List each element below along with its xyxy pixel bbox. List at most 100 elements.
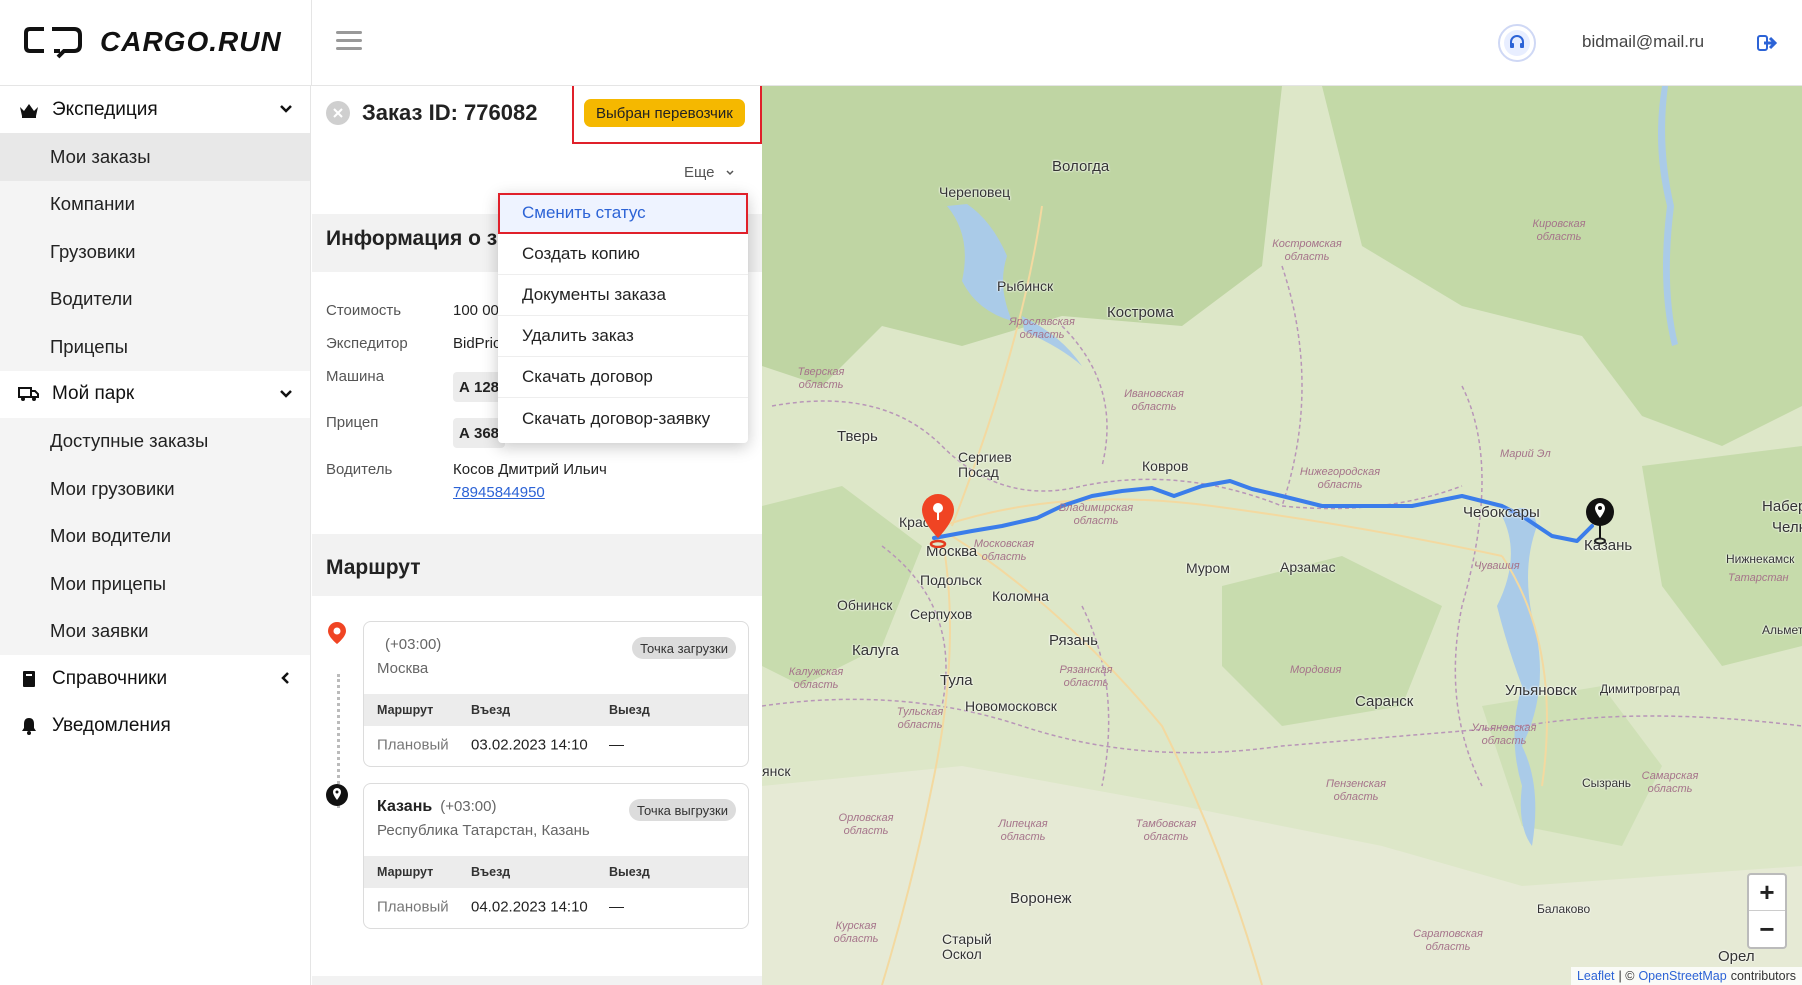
top-bar: CARGO.RUN bidmail@mail.ru: [0, 0, 1802, 86]
map-city-label: Тула: [940, 672, 973, 689]
trailer-label: Прицеп: [326, 414, 379, 431]
stop-region: Москва: [377, 660, 429, 677]
sidebar-group-label: Экспедиция: [52, 98, 158, 120]
bell-icon: [18, 715, 40, 737]
driver-phone-link[interactable]: 78945844950: [453, 484, 545, 501]
map-region-label: Тверская область: [797, 366, 845, 391]
map-city-label: Челн: [1772, 519, 1802, 536]
map-city-label: Димитровград: [1600, 682, 1680, 696]
user-email[interactable]: bidmail@mail.ru: [1582, 32, 1704, 52]
map-city-label: Новомосковск: [965, 698, 1057, 714]
map-city-label: Кострома: [1107, 304, 1174, 321]
map-region-label: Липецкая область: [998, 818, 1048, 843]
chevron-down-icon: [280, 389, 292, 398]
map-region-label: Кировская область: [1532, 218, 1586, 243]
sidebar-item-my-orders[interactable]: Мои заказы: [0, 133, 310, 181]
col-route: Маршрут: [377, 703, 434, 717]
stop-city: (+03:00): [377, 636, 441, 654]
map-region-label: Саратовская область: [1413, 928, 1483, 953]
sidebar-item-trucks[interactable]: Грузовики: [0, 228, 310, 276]
driver-label: Водитель: [326, 461, 393, 478]
menu-item-download-contract-request[interactable]: Скачать договор-заявку: [498, 398, 748, 439]
sidebar-item-my-requests[interactable]: Мои заявки: [0, 607, 310, 655]
sidebar-group-references[interactable]: Справочники: [0, 655, 310, 702]
stop-table-row: Плановый 04.02.2023 14:10 —: [364, 888, 748, 926]
sidebar-group-notifications[interactable]: Уведомления: [0, 702, 310, 749]
sidebar-item-my-drivers[interactable]: Мои водители: [0, 512, 310, 560]
map-region-label: Ивановская область: [1124, 388, 1184, 413]
col-entry: Въезд: [471, 703, 511, 717]
menu-toggle-icon[interactable]: [336, 28, 362, 54]
menu-item-download-contract[interactable]: Скачать договор: [498, 357, 748, 398]
map-city-label: Тверь: [837, 428, 878, 445]
map-city-label: Чебоксары: [1463, 504, 1540, 521]
close-order-button[interactable]: [326, 101, 350, 125]
menu-item-delete-order[interactable]: Удалить заказ: [498, 316, 748, 357]
sidebar-item-my-trucks[interactable]: Мои грузовики: [0, 465, 310, 513]
chevron-left-icon: [281, 672, 289, 684]
map-region-label: Калужская область: [788, 666, 844, 691]
route-map[interactable]: Вологда Череповец Рыбинск Кострома Тверь…: [762, 86, 1802, 985]
sidebar-group-label: Мой парк: [52, 383, 135, 404]
logo-mark-icon: [24, 27, 82, 59]
status-highlight: Выбран перевозчик: [572, 86, 762, 144]
sidebar-group-label: Уведомления: [52, 714, 171, 736]
route-section-title: Маршрут: [326, 556, 421, 579]
menu-item-change-status[interactable]: Сменить статус: [498, 193, 748, 234]
cost-value: 100 00: [453, 302, 499, 319]
driver-name: Косов Дмитрий Ильич: [453, 461, 607, 478]
header-divider: [311, 0, 312, 86]
sidebar-item-available-orders[interactable]: Доступные заказы: [0, 417, 310, 465]
logo[interactable]: CARGO.RUN: [24, 22, 282, 62]
destination-marker-icon[interactable]: [1584, 496, 1616, 546]
zoom-out-button[interactable]: −: [1749, 911, 1785, 947]
sidebar-item-companies[interactable]: Компании: [0, 180, 310, 228]
row-exit: —: [609, 736, 624, 754]
row-entry: 04.02.2023 14:10: [471, 898, 588, 916]
order-title: Заказ ID: 776082: [362, 100, 538, 125]
menu-item-create-copy[interactable]: Создать копию: [498, 234, 748, 275]
stop-city-name: Казань: [377, 798, 433, 815]
status-badge[interactable]: Выбран перевозчик: [584, 99, 745, 127]
sidebar-group-label: Справочники: [52, 667, 168, 689]
map-city-label: Ульяновск: [1505, 682, 1577, 699]
sidebar-group-expedition[interactable]: Экспедиция: [0, 86, 310, 133]
row-type: Плановый: [377, 736, 449, 754]
row-exit: —: [609, 898, 624, 916]
map-city-label: Воронеж: [1010, 890, 1072, 907]
zoom-in-button[interactable]: +: [1749, 875, 1785, 911]
menu-item-order-documents[interactable]: Документы заказа: [498, 275, 748, 316]
order-actions-menu: Сменить статус Создать копию Документы з…: [498, 193, 748, 443]
map-region-label: Мордовия: [1290, 664, 1342, 676]
chevron-down-icon: [280, 105, 292, 113]
more-menu-button[interactable]: Еще: [684, 164, 735, 181]
osm-link[interactable]: OpenStreetMap: [1638, 969, 1726, 983]
map-region-label: Тамбовская область: [1135, 818, 1197, 843]
truck-icon: [18, 383, 40, 405]
leaflet-link[interactable]: Leaflet: [1577, 969, 1615, 983]
map-city-label: Сергиев Посад: [958, 449, 1012, 480]
stop-table-header: Маршрут Въезд Выезд: [364, 856, 748, 888]
brand-name: CARGO.RUN: [100, 26, 282, 57]
support-button[interactable]: [1498, 24, 1536, 62]
forwarder-value: BidPric: [453, 335, 501, 352]
map-city-label: янск: [762, 763, 791, 779]
map-region-label: Чувашия: [1474, 560, 1520, 572]
col-exit: Выезд: [609, 703, 650, 717]
map-region-label: Пензенская область: [1326, 778, 1386, 803]
logout-icon[interactable]: [1756, 32, 1778, 54]
headset-icon: [1504, 30, 1530, 56]
sidebar-group-my-fleet[interactable]: Мой парк: [0, 371, 310, 418]
stop-city: Казань (+03:00): [377, 798, 497, 816]
map-city-label: Ковров: [1142, 458, 1189, 474]
stop-timezone: (+03:00): [385, 636, 442, 653]
col-entry: Въезд: [471, 865, 511, 879]
map-region-label: Самарская область: [1641, 770, 1699, 795]
sidebar-item-my-trailers[interactable]: Мои прицепы: [0, 560, 310, 608]
attribution-tail: contributors: [1730, 969, 1796, 983]
map-region-label: Московская область: [973, 538, 1035, 563]
route-stop-loading: (+03:00) Москва Точка загрузки Маршрут В…: [363, 621, 749, 767]
sidebar-item-trailers[interactable]: Прицепы: [0, 323, 310, 371]
sidebar-item-drivers[interactable]: Водители: [0, 275, 310, 323]
origin-marker-icon[interactable]: [918, 492, 958, 548]
